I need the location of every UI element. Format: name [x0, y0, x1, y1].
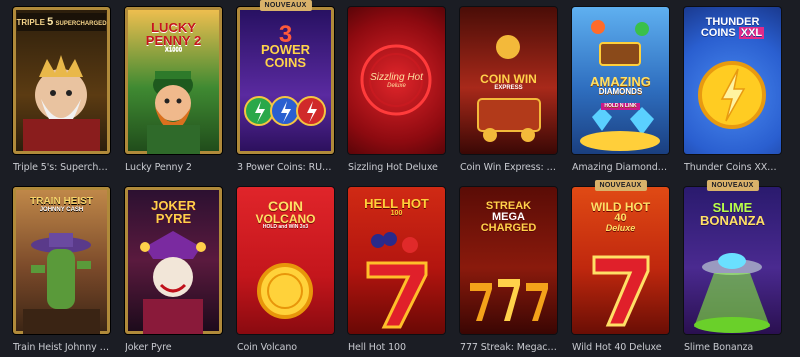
game-thumbnail[interactable]: COIN VOLCANO HOLD and WIN 3x3 [237, 187, 334, 334]
game-art-title: STREAK MEGA CHARGED [480, 200, 537, 234]
game-thumbnail[interactable]: THUNDER COINS XXL [684, 7, 781, 154]
game-tile[interactable]: NOUVEAUX WILD HOT 40 Deluxe Wild Hot 40 … [572, 180, 669, 353]
game-art-title: COIN VOLCANO HOLD and WIN 3x3 [255, 198, 316, 230]
new-badge: NOUVEAUX [594, 180, 647, 191]
game-art-title: JOKER PYRE [151, 198, 196, 226]
game-art-title: THUNDER COINS XXL [700, 16, 765, 39]
game-tile[interactable]: NOUVEAUX 3 POWER COINS 3 Power Coins: RU… [237, 0, 334, 173]
game-tile[interactable]: STREAK MEGA CHARGED 777 Streak: Megacha.… [460, 187, 557, 353]
game-art-title: Sizzling Hot Deluxe [370, 72, 423, 90]
game-caption[interactable]: Slime Bonanza [684, 342, 781, 353]
game-art-title: SLIME BONANZA [700, 200, 765, 228]
game-thumbnail[interactable]: AMAZING DIAMONDS HOLD N LINK [572, 7, 669, 154]
game-caption[interactable]: Amazing Diamonds: ... [572, 162, 669, 173]
game-art-title: HELL HOT 100 [364, 196, 429, 217]
game-art-title: TRAIN HEIST JOHNNY CASH [30, 196, 93, 214]
game-art-title: TRIPLE 5 SUPERCHARGED [16, 16, 107, 28]
game-art-title: WILD HOT 40 Deluxe [590, 200, 651, 233]
game-tile[interactable]: HELL HOT 100 Hell Hot 100 [348, 187, 445, 353]
game-thumbnail[interactable]: TRAIN HEIST JOHNNY CASH [13, 187, 110, 334]
game-thumbnail[interactable]: Sizzling Hot Deluxe [348, 7, 445, 154]
king-icon [17, 13, 106, 151]
game-caption[interactable]: Wild Hot 40 Deluxe [572, 342, 669, 353]
game-tile[interactable]: TRIPLE 5 SUPERCHARGED Triple 5's: Superc… [13, 7, 110, 173]
game-caption[interactable]: Lucky Penny 2 [125, 162, 222, 173]
game-thumbnail[interactable]: 3 POWER COINS [237, 7, 334, 154]
game-thumbnail[interactable]: TRIPLE 5 SUPERCHARGED [13, 7, 110, 154]
game-caption[interactable]: 777 Streak: Megacha... [460, 342, 557, 353]
game-caption[interactable]: Sizzling Hot Deluxe [348, 162, 445, 173]
game-tile[interactable]: COIN WIN EXPRESS Coin Win Express: H... [460, 7, 557, 173]
game-grid: TRIPLE 5 SUPERCHARGED Triple 5's: Superc… [0, 0, 800, 357]
game-tile[interactable]: Sizzling Hot Deluxe Sizzling Hot Deluxe [348, 7, 445, 173]
game-caption[interactable]: Triple 5's: Supercharg... [13, 162, 110, 173]
game-thumbnail[interactable]: LUCKY PENNY 2 X1000 [125, 7, 222, 154]
game-caption[interactable]: Train Heist Johnny Cash [13, 342, 110, 353]
game-caption[interactable]: Joker Pyre [125, 342, 222, 353]
game-thumbnail[interactable]: JOKER PYRE [125, 187, 222, 334]
game-tile[interactable]: TRAIN HEIST JOHNNY CASH Train Heist John… [13, 187, 110, 353]
game-caption[interactable]: 3 Power Coins: RUN... [237, 162, 334, 173]
game-caption[interactable]: Hell Hot 100 [348, 342, 445, 353]
game-tile[interactable]: LUCKY PENNY 2 X1000 Lucky Penny 2 [125, 7, 222, 173]
game-art-title: LUCKY PENNY 2 X1000 [145, 20, 202, 53]
game-art-title: COIN WIN EXPRESS [480, 72, 537, 91]
game-tile[interactable]: COIN VOLCANO HOLD and WIN 3x3 Coin Volca… [237, 187, 334, 353]
game-tile[interactable]: AMAZING DIAMONDS HOLD N LINK Amazing Dia… [572, 7, 669, 173]
game-thumbnail[interactable]: STREAK MEGA CHARGED [460, 187, 557, 334]
game-art-title: 3 POWER COINS [260, 21, 311, 70]
game-thumbnail[interactable]: WILD HOT 40 Deluxe [572, 187, 669, 334]
game-caption[interactable]: Thunder Coins XXL: ... [684, 162, 781, 173]
game-art-title: AMAZING DIAMONDS HOLD N LINK [590, 74, 651, 110]
new-badge: NOUVEAUX [259, 0, 312, 11]
game-caption[interactable]: Coin Volcano [237, 342, 334, 353]
new-badge: NOUVEAUX [706, 180, 759, 191]
game-caption[interactable]: Coin Win Express: H... [460, 162, 557, 173]
game-tile[interactable]: NOUVEAUX SLIME BONANZA Slime Bonanza [684, 180, 781, 353]
game-thumbnail[interactable]: HELL HOT 100 [348, 187, 445, 334]
game-tile[interactable]: JOKER PYRE Joker Pyre [125, 187, 222, 353]
game-thumbnail[interactable]: COIN WIN EXPRESS [460, 7, 557, 154]
game-tile[interactable]: THUNDER COINS XXL Thunder Coins XXL: ... [684, 7, 781, 173]
game-thumbnail[interactable]: SLIME BONANZA [684, 187, 781, 334]
